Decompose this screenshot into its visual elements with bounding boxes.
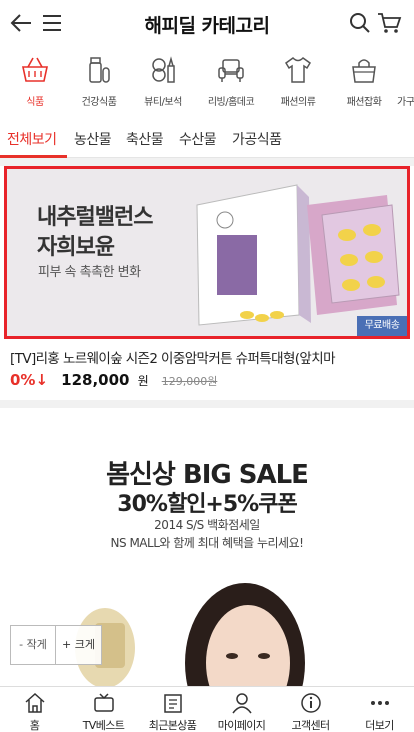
text-zoom-control: - 작게 + 크게 [10, 625, 102, 665]
category-living[interactable]: 리빙/홈데코 [196, 46, 266, 116]
tab-seafood[interactable]: 수산물 [179, 129, 217, 149]
banner-headline-2: 자희보윤 [37, 235, 115, 260]
nav-label: 마이페이지 [217, 719, 266, 732]
price-row: 0%↓ 128,000 원 129,000원 [10, 370, 217, 390]
category-beauty[interactable]: 뷰티/보석 [128, 46, 198, 116]
category-icon-bar: 식품 건강식품 뷰티/보석 리빙/홈데코 패션의류 패션잡화 가구 [0, 46, 414, 116]
handbag-icon [352, 59, 376, 83]
discount-rate: 0%↓ [10, 371, 49, 389]
product-banner[interactable]: 내추럴밸런스 자희보윤 피부 속 촉촉한 변화 무료배송 [4, 166, 410, 339]
promo-subtext-1: 2014 S/S 백화점세일 [154, 518, 260, 532]
promo-subtext-2: NS MALL와 함께 최대 혜택을 누리세요! [110, 536, 304, 550]
tab-processed-food[interactable]: 가공식품 [232, 129, 282, 149]
cart-icon[interactable] [376, 11, 402, 35]
tab-all[interactable]: 전체보기 [7, 129, 57, 149]
promo-headline-2: 30%할인+5%쿠폰 [117, 492, 297, 517]
category-label: 뷰티/보석 [144, 97, 182, 108]
category-label: 가구 [397, 97, 414, 108]
category-health-food[interactable]: 건강식품 [64, 46, 134, 116]
nav-label: 고객센터 [291, 719, 330, 732]
free-shipping-badge: 무료배송 [357, 316, 407, 336]
original-price: 129,000원 [161, 375, 218, 388]
person-icon [231, 693, 252, 714]
nav-label: 홈 [29, 719, 40, 732]
recent-items-icon [163, 694, 182, 713]
nav-more[interactable]: 더보기 [345, 687, 414, 732]
subcategory-tabs: 전체보기 농산물 축산물 수산물 가공식품 [0, 118, 414, 158]
cosmetics-icon [152, 56, 175, 83]
tv-icon [93, 693, 114, 712]
category-label: 리빙/홈데코 [207, 97, 255, 108]
category-fashion-goods[interactable]: 패션잡화 [329, 46, 399, 116]
nav-label: 더보기 [365, 719, 394, 732]
home-icon [25, 692, 44, 713]
nav-customer-center[interactable]: 고객센터 [276, 687, 345, 732]
product-image [196, 184, 400, 326]
food-basket-icon [22, 57, 48, 82]
zoom-in-button[interactable]: + 크게 [56, 626, 101, 664]
more-dots-icon [370, 701, 389, 705]
banner-subtext: 피부 속 촉촉한 변화 [38, 265, 141, 280]
app-header: 해피딜 카테고리 [0, 0, 414, 46]
category-label: 패션잡화 [346, 97, 382, 108]
category-furniture[interactable]: 가구 [395, 46, 414, 116]
nav-home[interactable]: 홈 [0, 687, 69, 732]
category-food[interactable]: 식품 [0, 46, 70, 116]
currency-label: 원 [137, 374, 149, 388]
tab-livestock[interactable]: 축산물 [126, 129, 164, 149]
category-label: 패션의류 [280, 97, 316, 108]
sofa-icon [218, 59, 244, 82]
pill-bottle-icon [89, 57, 110, 83]
zoom-out-button[interactable]: - 작게 [11, 626, 56, 664]
nav-recent-items[interactable]: 최근본상품 [138, 687, 207, 732]
banner-headline-1: 내추럴밸런스 [37, 205, 153, 230]
category-label: 건강식품 [81, 97, 117, 108]
sale-price: 128,000 [61, 371, 130, 389]
category-label: 식품 [26, 97, 44, 108]
nav-my-page[interactable]: 마이페이지 [207, 687, 276, 732]
search-icon[interactable] [348, 11, 372, 35]
section-divider [0, 158, 414, 166]
nav-label: 최근본상품 [148, 719, 197, 732]
nav-label: TV베스트 [82, 719, 125, 732]
section-divider [0, 400, 414, 408]
tshirt-icon [285, 57, 311, 83]
product-name[interactable]: [TV]리홍 노르웨이숲 시즌2 이중암막커튼 슈퍼특대형(앞치마 [10, 347, 410, 367]
tab-agricultural[interactable]: 농산물 [74, 129, 112, 149]
category-fashion-clothing[interactable]: 패션의류 [263, 46, 333, 116]
page: 해피딜 카테고리 식품 건강식품 뷰티/보석 리빙/홈데코 패션의류 패션잡화 … [0, 0, 414, 732]
bottom-nav: 홈 TV베스트 최근본상품 마이페이지 고객센터 더보기 [0, 686, 414, 732]
nav-tv-best[interactable]: TV베스트 [69, 687, 138, 732]
info-icon [300, 693, 321, 713]
